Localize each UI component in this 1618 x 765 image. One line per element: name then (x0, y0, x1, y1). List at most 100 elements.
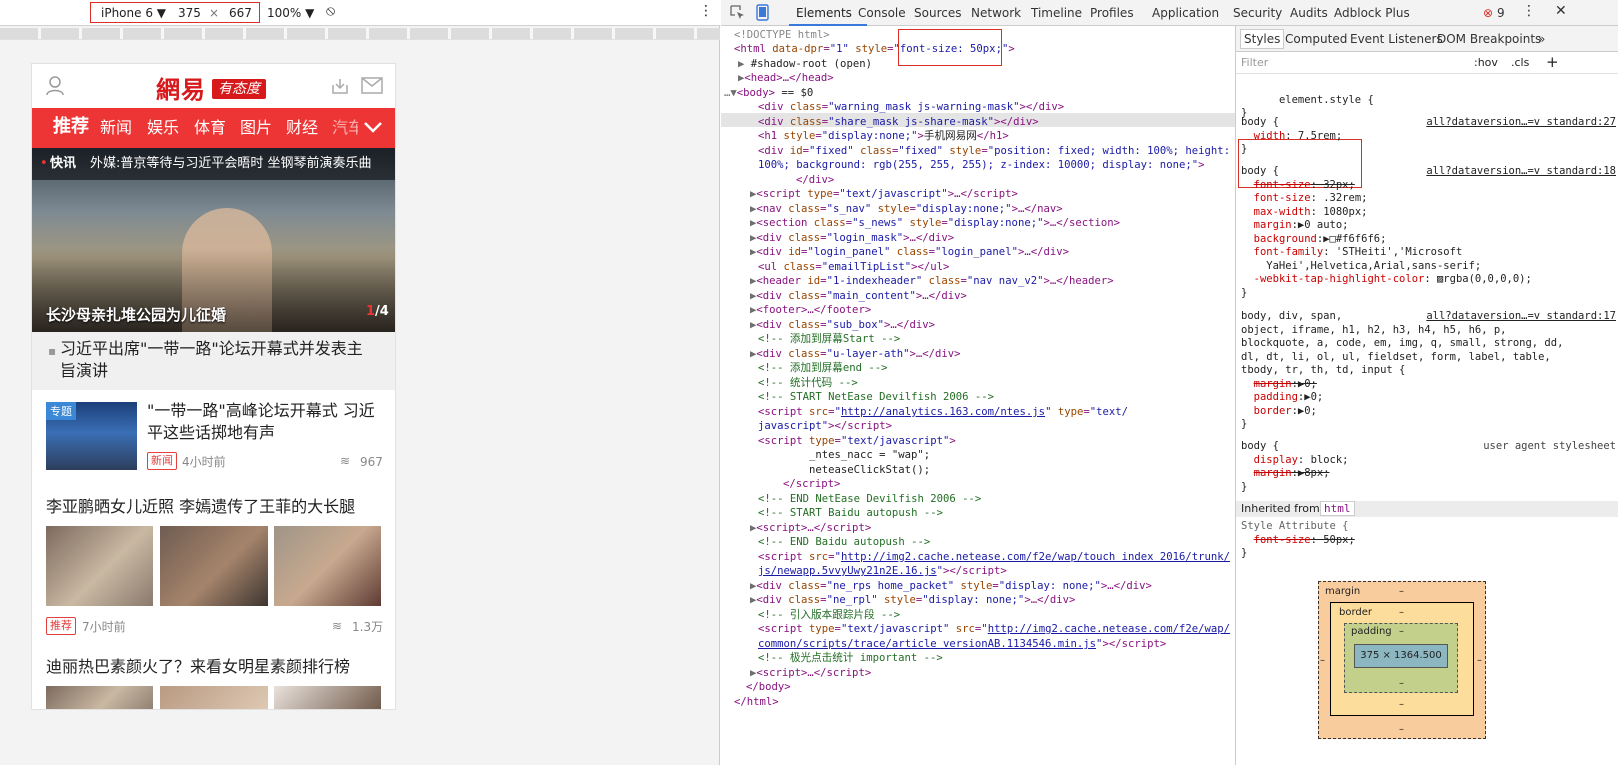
dom-line[interactable]: ▶<div class="u-layer-ath">…</div> (750, 347, 961, 362)
tab-sources[interactable]: Sources (914, 5, 961, 21)
topic-badge: 专题 (46, 402, 76, 420)
hero-carousel[interactable]: • 快讯 外媒:普京等待与习近平会晤时 坐钢琴前演奏乐曲 长沙母亲扎堆公园为儿征… (32, 148, 395, 332)
nav-item-pictures[interactable]: 图片 (240, 118, 272, 138)
dom-line[interactable]: <script src="http://analytics.163.com/nt… (758, 405, 1128, 420)
dom-line[interactable]: <ul class="emailTipList"></ul> (758, 260, 949, 275)
headline-row[interactable]: ▪ 习近平出席"一带一路"论坛开幕式并发表主旨演讲 (32, 332, 395, 390)
error-icon[interactable]: ⊗ (1483, 5, 1493, 21)
nav-item-sports[interactable]: 体育 (194, 118, 226, 138)
elements-dom-tree[interactable]: <!DOCTYPE html> <html data-dpr="1" style… (721, 26, 1235, 765)
rule-style-attribute[interactable]: Style Attribute { font-size: 50px; } (1241, 520, 1616, 561)
dom-line[interactable]: <h1 style="display:none;">手机网易网</h1> (758, 129, 1009, 144)
dom-line[interactable]: ▶<div class="sub_box">…</div> (750, 318, 935, 333)
rule-body-width[interactable]: body { width: 7.5rem; } all?dataversion…=… (1241, 116, 1616, 157)
source-link-17[interactable]: all?dataversion…=v standard:17 (1426, 310, 1616, 324)
zoom-select[interactable]: 100% ▼ (267, 5, 314, 21)
more-tools-icon[interactable]: ⋮ (1522, 3, 1536, 19)
tab-dom-breakpoints[interactable]: DOM Breakpoints (1437, 31, 1541, 47)
dom-line: </html> (734, 696, 779, 708)
dom-line[interactable]: <div class="warning_mask js-warning-mask… (758, 100, 1064, 115)
dom-line[interactable]: ▶<nav class="s_nav" style="display:none;… (750, 202, 1063, 217)
chevron-right-icon[interactable]: » (1538, 31, 1545, 47)
dom-line[interactable]: <script type="text/javascript" src="http… (758, 622, 1230, 637)
dom-line[interactable]: ▶<script>…</script> (750, 666, 871, 681)
article-1-title: "一带一路"高峰论坛开幕式 习近平这些话掷地有声 (147, 401, 375, 442)
dom-line[interactable]: ▶<head>…</head> (738, 71, 834, 86)
download-icon[interactable] (330, 76, 350, 96)
tab-elements[interactable]: Elements (796, 5, 852, 21)
flash-news-bar[interactable]: • 快讯 外媒:普京等待与习近平会晤时 坐钢琴前演奏乐曲 (32, 148, 395, 180)
tab-console[interactable]: Console (858, 5, 906, 21)
source-link-18[interactable]: all?dataversion…=v standard:18 (1426, 165, 1616, 179)
tab-styles[interactable]: Styles (1240, 29, 1285, 49)
dom-line[interactable]: ▶<footer>…</footer> (750, 303, 871, 318)
cls-toggle[interactable]: .cls (1511, 56, 1529, 69)
tab-profiles[interactable]: Profiles (1090, 5, 1134, 21)
hero-caption: 长沙母亲扎堆公园为儿征婚 (46, 306, 227, 324)
hov-toggle[interactable]: :hov (1474, 56, 1498, 69)
source-link-27[interactable]: all?dataversion…=v standard:27 (1426, 116, 1616, 130)
nav-item-entertainment[interactable]: 娱乐 (147, 118, 179, 138)
nav-item-news[interactable]: 新闻 (100, 118, 132, 138)
dom-line[interactable]: ▶<header id="1-indexheader" class="nav n… (750, 274, 1114, 289)
inspect-icon[interactable] (730, 5, 745, 20)
nav-item-recommend[interactable]: 推荐 (53, 117, 89, 137)
chevron-down-icon[interactable] (364, 120, 382, 134)
more-options-icon[interactable]: ⋮ (699, 3, 713, 19)
article-row-1[interactable]: 专题 "一带一路"高峰论坛开幕式 习近平这些话掷地有声 新闻 4小时前 ≋ 96… (32, 390, 395, 480)
tab-security[interactable]: Security (1233, 5, 1282, 21)
tab-network[interactable]: Network (971, 5, 1021, 21)
hero-page-current: 1 (366, 304, 376, 319)
close-icon[interactable]: ✕ (1555, 3, 1567, 19)
hero-pagination: 1/4 (366, 304, 389, 319)
rule-body-base[interactable]: body { font-size: 32px; font-size: .32re… (1241, 165, 1616, 300)
article-row-2[interactable]: 李亚鹏晒女儿近照 李嫣遗传了王菲的大长腿 推荐 7小时前 ≋ 1.3万 (32, 480, 395, 640)
box-border-label: border (1339, 607, 1373, 618)
zoom-value: 100% (267, 6, 302, 20)
add-rule-icon[interactable]: + (1546, 53, 1559, 71)
dom-line[interactable]: <script src="http://img2.cache.netease.c… (758, 550, 1230, 565)
dom-line[interactable]: ▶<section class="s_news" style="display:… (750, 216, 1120, 231)
rule-reset[interactable]: body, div, span, object, iframe, h1, h2,… (1241, 310, 1616, 432)
tab-computed[interactable]: Computed (1285, 31, 1347, 47)
tab-adblock-plus[interactable]: Adblock Plus (1334, 5, 1410, 21)
dom-line: </script> (783, 478, 841, 490)
dom-line[interactable]: ▶<script>…</script> (750, 521, 871, 536)
error-count[interactable]: 9 (1497, 5, 1505, 21)
tab-application[interactable]: Application (1152, 5, 1219, 21)
nav-item-finance[interactable]: 财经 (286, 118, 318, 138)
inherited-html-tag[interactable]: html (1320, 501, 1355, 516)
article-1-thumbnail: 专题 (46, 402, 137, 470)
rule-element-style[interactable]: element.style { } (1241, 80, 1616, 121)
mail-icon[interactable] (361, 77, 383, 94)
article-3-image-1 (46, 686, 153, 709)
user-icon[interactable] (46, 76, 64, 96)
device-mode-icon[interactable] (756, 4, 769, 21)
tab-timeline[interactable]: Timeline (1031, 5, 1082, 21)
box-margin-right: – (1477, 655, 1482, 666)
dom-line[interactable]: ▶<div id="login_panel" class="login_pane… (750, 245, 1069, 260)
dom-line[interactable]: ▶ #shadow-root (open) (738, 57, 872, 72)
dom-line[interactable]: ▶<div class="login_mask">…</div> (750, 231, 954, 246)
dom-line[interactable]: <script type="text/javascript"> (758, 434, 956, 449)
dom-line-selected[interactable]: …▼<body> == $0 (724, 86, 813, 101)
styles-tab-bar: Styles Computed Event Listeners DOM Brea… (1236, 26, 1618, 52)
dom-line[interactable]: ▶<div class="main_content">…</div> (750, 289, 967, 304)
rotate-icon[interactable]: ⦸ (326, 3, 335, 19)
dom-line[interactable]: ▶<script type="text/javascript">…</scrip… (750, 187, 1018, 202)
netease-logo: 網易 (156, 75, 206, 104)
bullet-icon: ▪ (48, 344, 57, 358)
dom-line[interactable]: <div class="share_mask js-share-mask"></… (758, 115, 1039, 130)
dom-comment: <!-- END NetEase Devilfish 2006 --> (758, 493, 982, 505)
dom-line[interactable]: ▶<div class="ne_rpl" style="display: non… (750, 593, 1075, 608)
article-3-image-3 (274, 686, 381, 709)
filter-input[interactable]: Filter (1241, 56, 1268, 69)
article-row-3[interactable]: 迪丽热巴素颜火了？来看女明星素颜排行榜 (32, 640, 395, 709)
nav-item-auto[interactable]: 汽车 (332, 118, 358, 138)
dom-line[interactable]: <div id="fixed" class="fixed" style="pos… (758, 144, 1230, 159)
dom-comment: <!-- 添加到屏幕Start --> (758, 333, 901, 345)
dom-line[interactable]: ▶<div class="ne_rps home_packet" style="… (750, 579, 1152, 594)
tab-event-listeners[interactable]: Event Listeners (1350, 31, 1443, 47)
tab-audits[interactable]: Audits (1290, 5, 1328, 21)
dom-comment: <!-- START Baidu autopush --> (758, 507, 943, 519)
